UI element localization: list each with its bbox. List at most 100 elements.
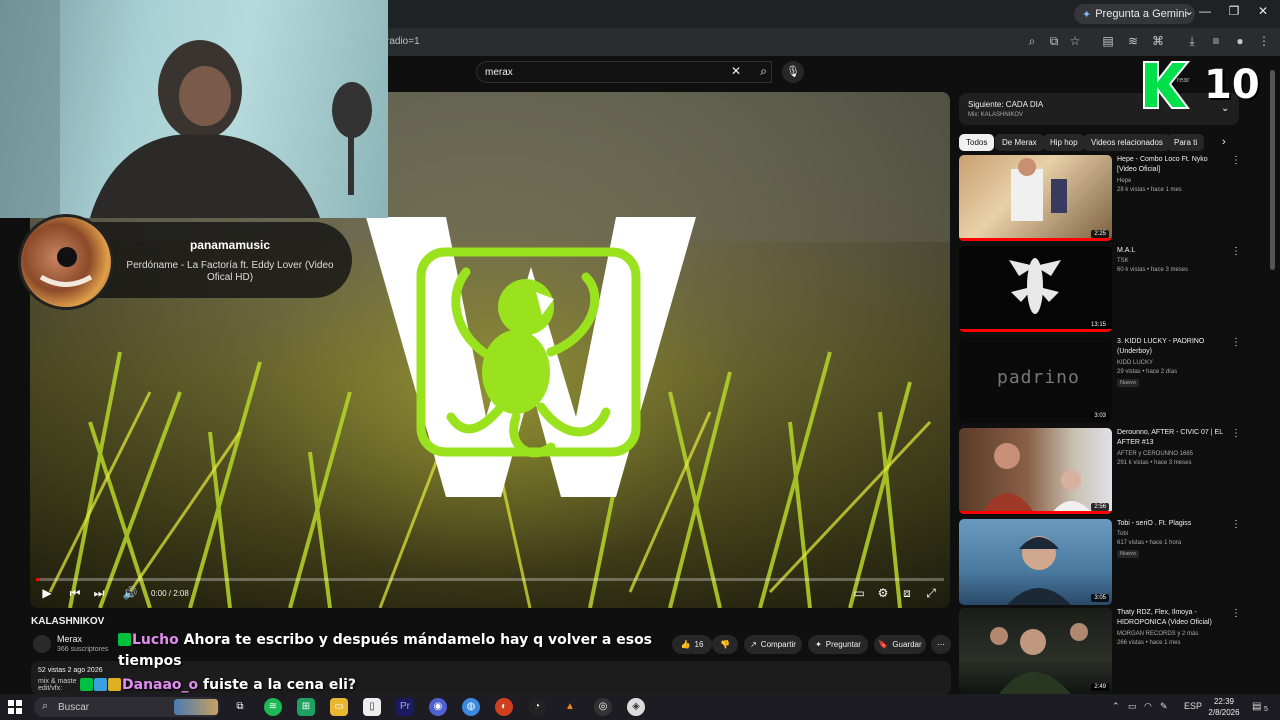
spotify-icon[interactable]: ≋ [264, 698, 282, 716]
wifi-icon[interactable]: ◠ [1144, 701, 1152, 712]
system-clock[interactable]: 22:39 2/8/2026 [1202, 696, 1246, 718]
video-thumbnail[interactable]: 2:25 [959, 155, 1112, 241]
rec-channel[interactable]: KIDD LUCKY [1117, 360, 1153, 366]
video-title: KALASHNIKOV [31, 616, 105, 627]
task-view-icon[interactable]: ⧉ [231, 698, 249, 716]
recommendation-item[interactable]: 2:56 Derounno, AFTER - CIVIC 07 | EL AFT… [959, 428, 1249, 514]
puzzle-icon[interactable]: ⌘ [1150, 34, 1166, 48]
app-icon[interactable]: ◈ [627, 698, 645, 716]
channel-avatar[interactable] [33, 635, 51, 653]
restore-button[interactable]: ❐ [1219, 4, 1249, 18]
rec-title[interactable]: Tobi - seriO . Ft. Plagiss [1117, 519, 1227, 529]
subtitles-icon[interactable]: ▭ [849, 586, 869, 600]
video-thumbnail[interactable]: 3:05 [959, 519, 1112, 605]
video-thumbnail[interactable]: padrino 3:03 [959, 337, 1112, 423]
rec-channel[interactable]: AFTER y CEROUNNO 1665 [1117, 451, 1193, 457]
more-vert-icon[interactable]: ⋮ [1231, 337, 1241, 348]
rec-title[interactable]: Thaty RDZ, Flex, Ilmoya - HIDROPONICA (V… [1117, 608, 1227, 628]
profile-avatar[interactable]: ● [1232, 34, 1248, 48]
taskbar-search[interactable]: ⌕ Buscar [34, 697, 220, 717]
rec-title[interactable]: M.A.L [1117, 246, 1227, 256]
rec-channel[interactable]: TSK [1117, 258, 1129, 264]
chip-de-merax[interactable]: De Merax [995, 134, 1044, 151]
app-icon[interactable]: ◔ [528, 698, 546, 716]
recommendation-item[interactable]: 3:05 Tobi - seriO . Ft. Plagiss Tobi 617… [959, 519, 1249, 605]
watched-bar [959, 511, 1112, 514]
url-text[interactable]: radio=1 [386, 36, 420, 47]
fullscreen-icon[interactable]: ⤢ [921, 586, 941, 601]
chip-videos-relacionados[interactable]: Videos relacionados [1084, 134, 1170, 151]
recommendation-item[interactable]: 2:25 Hepe - Combo Loco Ft. Nyko [Video O… [959, 155, 1249, 241]
recommendation-item[interactable]: 13:15 M.A.L TSK 60 k vistas • hace 3 mes… [959, 246, 1249, 332]
dislike-button[interactable]: 👎 [712, 635, 738, 654]
document-icon[interactable]: ▯ [363, 698, 381, 716]
network-icon[interactable]: ▭ [1128, 701, 1137, 712]
search-icon[interactable]: ⌕ [760, 64, 767, 79]
streamer-figure [0, 0, 372, 218]
more-vert-icon[interactable]: ⋮ [1231, 155, 1241, 166]
miniplayer-icon[interactable]: ⧈ [897, 586, 917, 601]
windows-start-icon[interactable] [8, 700, 22, 714]
more-vert-icon[interactable]: ⋮ [1231, 519, 1241, 530]
rec-title[interactable]: 3. KIDD LUCKY - PADRINO (Underboy) [1117, 337, 1227, 357]
more-actions-button[interactable]: ⋯ [931, 635, 951, 654]
clear-search-icon[interactable]: ✕ [731, 64, 741, 78]
progress-bar[interactable] [36, 578, 944, 581]
file-explorer-icon[interactable]: ▭ [330, 698, 348, 716]
chip-hip-hop[interactable]: Hip hop [1043, 134, 1085, 151]
chip-todos[interactable]: Todos [959, 134, 995, 151]
more-vert-icon[interactable]: ⋮ [1231, 246, 1241, 257]
extension-icon[interactable]: ▤ [1100, 34, 1116, 48]
previous-icon[interactable]: ⏮ [65, 586, 85, 601]
minimize-button[interactable]: — [1190, 4, 1220, 18]
subscriber-count: 366 suscriptores [57, 646, 109, 653]
language-indicator[interactable]: ESP [1184, 701, 1202, 711]
scrollbar[interactable] [1270, 70, 1275, 270]
app-icon[interactable]: ◉ [429, 698, 447, 716]
share-button[interactable]: ↗ Compartir [744, 635, 802, 654]
more-vert-icon[interactable]: ⋮ [1231, 428, 1241, 439]
microphone-icon[interactable]: 🎙 [782, 61, 804, 83]
obs-icon[interactable]: ◎ [594, 698, 612, 716]
like-button[interactable]: 👍 16 [672, 635, 712, 654]
download-icon[interactable]: ⤓ [1184, 34, 1200, 49]
video-thumbnail[interactable]: 2:56 [959, 428, 1112, 514]
premiere-icon[interactable]: Pr [396, 698, 414, 716]
next-icon[interactable]: ⏭ [89, 586, 109, 601]
close-window-button[interactable]: ✕ [1248, 4, 1278, 18]
video-duration: 2:49 [1091, 683, 1109, 691]
notification-icon[interactable]: ▤ [1252, 701, 1261, 712]
chip-para-ti[interactable]: Para ti [1167, 134, 1205, 151]
rec-channel[interactable]: Tobi [1117, 531, 1128, 537]
bookmark-star-icon[interactable]: ☆ [1067, 34, 1083, 48]
bluetooth-icon[interactable]: ≋ [1125, 34, 1141, 48]
chrome-icon[interactable]: ◍ [462, 698, 480, 716]
app-icon[interactable]: ⊞ [297, 698, 315, 716]
more-vert-icon[interactable]: ⋮ [1231, 608, 1241, 619]
video-thumbnail[interactable]: 2:49 [959, 608, 1112, 694]
play-icon[interactable]: ▶ [37, 586, 57, 600]
recommendation-item[interactable]: padrino 3:03 3. KIDD LUCKY - PADRINO (Un… [959, 337, 1249, 423]
thumbs-up-icon: 👍 [680, 640, 691, 649]
rec-title[interactable]: Derounno, AFTER - CIVIC 07 | EL AFTER #1… [1117, 428, 1227, 448]
recommendation-item[interactable]: 2:49 Thaty RDZ, Flex, Ilmoya - HIDROPONI… [959, 608, 1249, 694]
rec-title[interactable]: Hepe - Combo Loco Ft. Nyko [Video Oficia… [1117, 155, 1227, 175]
pen-icon[interactable]: ✎ [1160, 701, 1168, 712]
video-thumbnail[interactable]: 13:15 [959, 246, 1112, 332]
ask-button[interactable]: ✦ Preguntar [808, 635, 868, 654]
menu-icon[interactable]: ⋮ [1256, 34, 1272, 48]
rec-channel[interactable]: MORGAN RECORDS y 2 más [1117, 631, 1198, 637]
search-input[interactable] [485, 65, 725, 80]
media-icon[interactable]: ≡ [1208, 34, 1224, 48]
settings-icon[interactable]: ⚙ [873, 586, 893, 600]
cast-icon[interactable]: ⧉ [1046, 34, 1062, 49]
chevron-right-icon[interactable]: › [1222, 136, 1226, 148]
app-icon[interactable]: ◐ [495, 698, 513, 716]
vlc-icon[interactable]: ▲ [561, 698, 579, 716]
rec-channel[interactable]: Hepe [1117, 178, 1131, 184]
save-button[interactable]: 🔖 Guardar [874, 635, 926, 654]
volume-icon[interactable]: 🔊 [120, 586, 140, 600]
zoom-icon[interactable]: ⌕ [1024, 34, 1040, 49]
tray-chevron-icon[interactable]: ⌃ [1112, 701, 1120, 712]
channel-name[interactable]: Merax [57, 634, 82, 644]
